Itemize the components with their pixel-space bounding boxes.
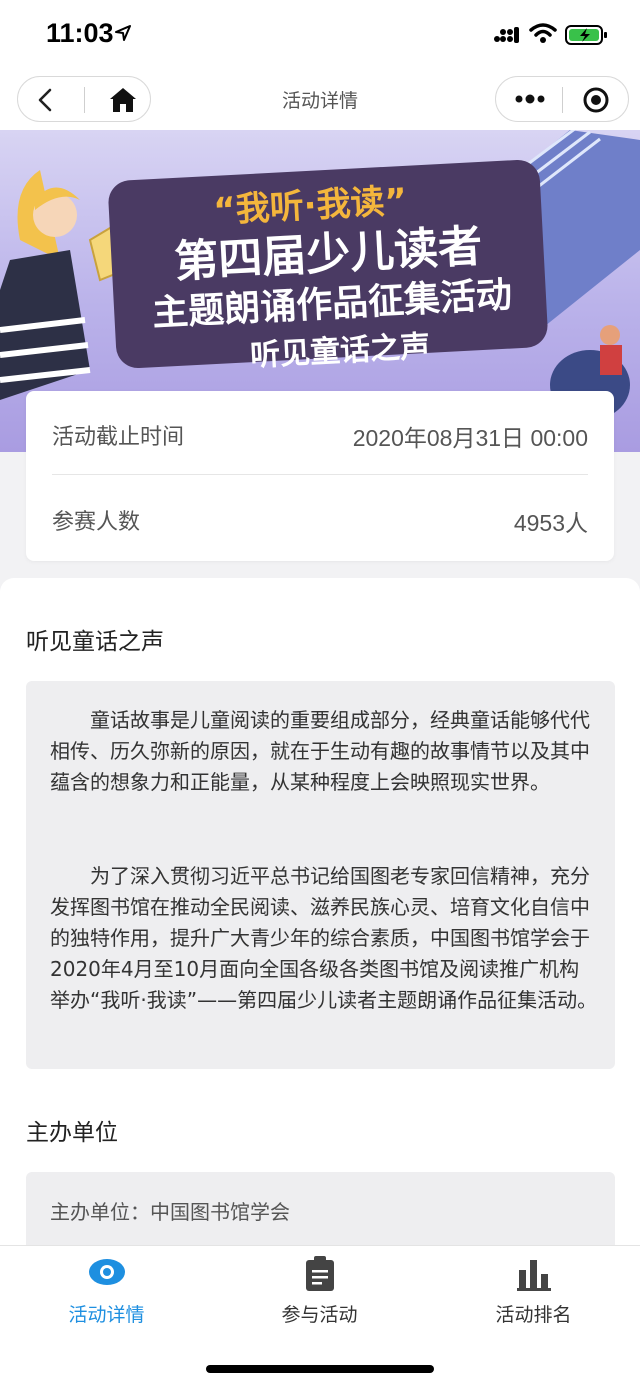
bar-chart-icon [517,1260,551,1291]
clipboard-icon [306,1256,334,1291]
tab-label: 活动详情 [68,1304,145,1326]
activity-info-card: 活动截止时间 2020年08月31日 00:00 参赛人数 4953人 [26,391,614,561]
deadline-row: 活动截止时间 2020年08月31日 00:00 [52,391,588,475]
tab-join-activity[interactable]: 参与活动 [213,1246,426,1336]
eye-icon [89,1259,125,1285]
deadline-value: 2020年08月31日 00:00 [352,425,588,451]
status-bar: 11:03 [0,0,640,72]
tab-label: 参与活动 [281,1304,358,1326]
location-arrow-icon [115,25,131,41]
intro-paragraph-2: 为了深入贯彻习近平总书记给国图老专家回信精神，充分发挥图书馆在推动全民阅读、滋养… [50,864,598,1012]
tab-label: 活动排名 [495,1304,572,1326]
host-text: 主办单位：中国图书馆学会 [50,1200,290,1224]
intro-section-title: 听见童话之声 [26,629,164,655]
deadline-label: 活动截止时间 [52,425,185,450]
intro-description-box: 童话故事是儿童阅读的重要组成部分，经典童话能够代代相传、历久弥新的原因，就在于生… [26,681,615,1069]
host-info-box: 主办单位：中国图书馆学会 [26,1172,615,1245]
participants-value: 4953人 [513,510,588,536]
participants-label: 参赛人数 [52,510,141,535]
intro-paragraph-1: 童话故事是儿童阅读的重要组成部分，经典童话能够代代相传、历久弥新的原因，就在于生… [50,708,590,794]
nav-divider [562,87,563,113]
tab-activity-details[interactable]: 活动详情 [0,1246,213,1336]
participants-row: 参赛人数 4953人 [52,476,588,560]
activity-content: 听见童话之声 童话故事是儿童阅读的重要组成部分，经典童话能够代代相传、历久弥新的… [0,578,640,1245]
host-section-title: 主办单位 [26,1120,118,1146]
close-mini-program-icon[interactable] [582,86,610,114]
more-icon[interactable] [514,92,546,106]
battery-charging-icon [565,25,607,45]
home-indicator [206,1365,434,1373]
tab-activity-ranking[interactable]: 活动排名 [427,1246,640,1336]
bottom-tab-bar: 活动详情 参与活动 活动排名 [0,1245,640,1385]
status-time: 11:03 [46,18,114,48]
nav-bar: 活动详情 [0,72,640,130]
nav-right-capsule [495,76,629,122]
signal-icon [494,27,519,43]
wifi-icon [529,23,557,43]
